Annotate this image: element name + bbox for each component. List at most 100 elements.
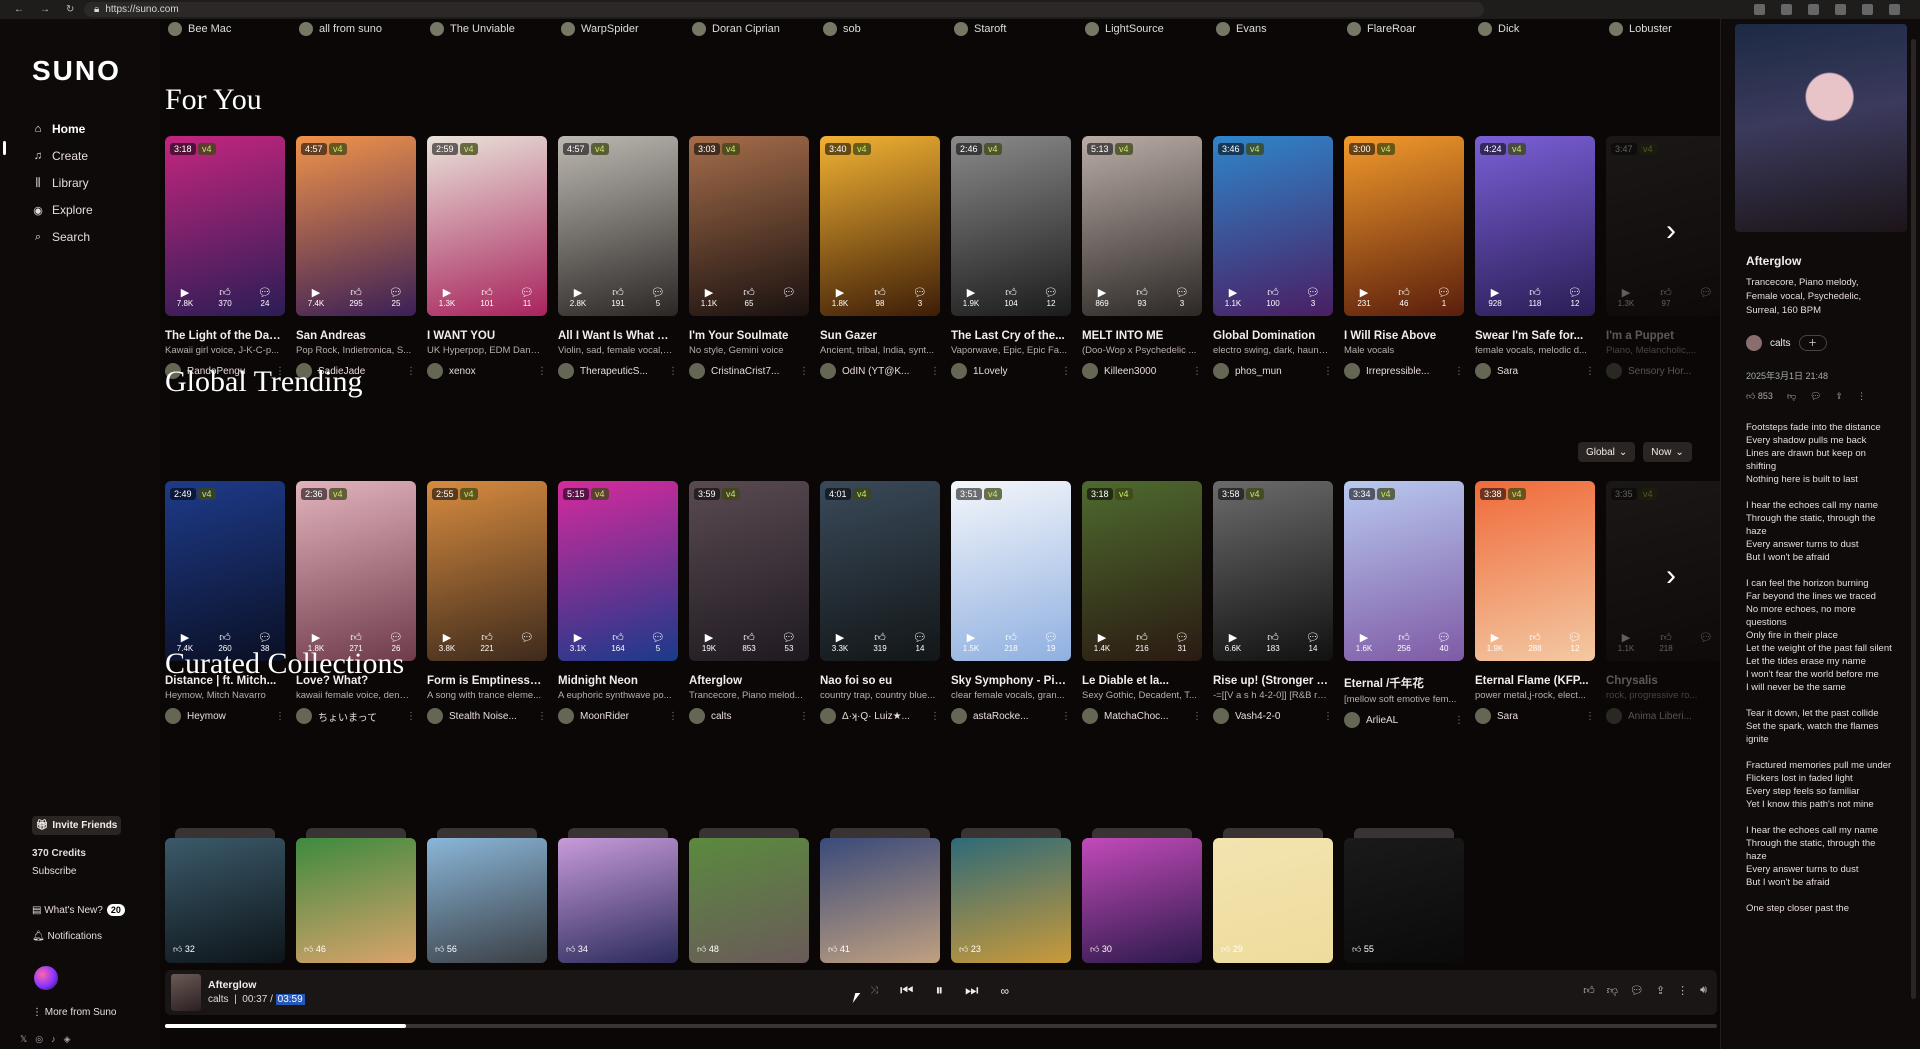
- likes-stat[interactable]: 👍︎ 218: [997, 632, 1025, 653]
- more-icon[interactable]: ⋮: [1323, 366, 1333, 377]
- more-icon[interactable]: ⋮: [1192, 711, 1202, 722]
- song-title[interactable]: Nao foi so eu: [820, 675, 936, 687]
- song-title[interactable]: I WANT YOU: [427, 330, 543, 342]
- author-avatar[interactable]: [1746, 335, 1762, 351]
- comments-stat[interactable]: 💬︎ 12: [1561, 632, 1589, 653]
- song-card[interactable]: 4:57 v4 ▶ 7.4K 👍︎ 295 💬︎ 25 San Andreas Pop Rock,…: [296, 136, 416, 379]
- song-author[interactable]: Δ·ʞ·Q· Luiz★... ⋮: [820, 708, 940, 724]
- more-icon[interactable]: ⋮: [1585, 366, 1595, 377]
- sidebar-item-library[interactable]: ⫼ Library: [32, 176, 88, 190]
- more-icon[interactable]: ⋮: [1454, 366, 1464, 377]
- likes-stat[interactable]: 👍︎ 288: [1521, 632, 1549, 653]
- more-icon[interactable]: ⋮: [1323, 711, 1333, 722]
- instagram-icon[interactable]: ◎: [35, 1034, 43, 1045]
- more-icon[interactable]: ⋮: [799, 711, 809, 722]
- invite-friends-button[interactable]: 🎁︎ Invite Friends: [32, 816, 121, 835]
- plays-stat[interactable]: ▶ 1.1K: [695, 287, 723, 308]
- song-title[interactable]: Sky Symphony - Pian...: [951, 675, 1067, 687]
- extension-icon[interactable]: [1808, 4, 1819, 15]
- song-title[interactable]: Swear I'm Safe for...: [1475, 330, 1591, 342]
- address-bar[interactable]: 🔒︎ https://suno.com: [84, 2, 1484, 17]
- song-thumbnail[interactable]: 3:00 v4 ▶ 231 👍︎ 46 💬︎ 1: [1344, 136, 1464, 316]
- song-thumbnail[interactable]: 3:35 v4 ▶ 1.1K 👍︎ 218 💬︎: [1606, 481, 1720, 661]
- comments-stat[interactable]: 💬︎ 1: [1430, 287, 1458, 308]
- thumbs-down-icon[interactable]: 👎︎: [1607, 984, 1618, 997]
- more-icon[interactable]: ⋮: [1061, 366, 1071, 377]
- collection-card[interactable]: 👍︎ 46: [296, 828, 416, 963]
- song-thumbnail[interactable]: 4:57 v4 ▶ 2.8K 👍︎ 191 💬︎ 5: [558, 136, 678, 316]
- song-title[interactable]: MELT INTO ME: [1082, 330, 1198, 342]
- plays-stat[interactable]: ▶ 1.5K: [957, 632, 985, 653]
- song-title[interactable]: I'm Your Soulmate: [689, 330, 805, 342]
- likes-stat[interactable]: 👍︎ 164: [604, 632, 632, 653]
- likes-stat[interactable]: 👍︎ 118: [1521, 287, 1549, 308]
- plays-stat[interactable]: ▶ 7.8K: [171, 287, 199, 308]
- follow-button[interactable]: ＋: [1798, 335, 1827, 351]
- comments-stat[interactable]: 💬︎: [1692, 287, 1720, 308]
- song-title[interactable]: Le Diable et la...: [1082, 675, 1198, 687]
- more-icon[interactable]: ⋮: [1454, 715, 1464, 726]
- song-card[interactable]: 5:15 v4 ▶ 3.1K 👍︎ 164 💬︎ 5 Midnight Neon A euphor…: [558, 481, 678, 728]
- collection-card[interactable]: 👍︎ 48: [689, 828, 809, 963]
- song-card[interactable]: 4:24 v4 ▶ 928 👍︎ 118 💬︎ 12 Swear I'm Safe for...…: [1475, 136, 1595, 379]
- song-title[interactable]: Sun Gazer: [820, 330, 936, 342]
- plays-stat[interactable]: ▶ 7.4K: [302, 287, 330, 308]
- song-card[interactable]: 3:35 v4 ▶ 1.1K 👍︎ 218 💬︎ Chrysalis rock, progres…: [1606, 481, 1720, 728]
- collection-card[interactable]: 👍︎ 30: [1082, 828, 1202, 963]
- likes-stat[interactable]: 👍︎ 295: [342, 287, 370, 308]
- song-card[interactable]: 3:03 v4 ▶ 1.1K 👍︎ 65 💬︎ I'm Your Soulmate No sty…: [689, 136, 809, 379]
- top-row-author[interactable]: Doran Ciprian: [692, 22, 823, 36]
- player-cover-art[interactable]: [171, 974, 201, 1011]
- player-title[interactable]: Afterglow: [208, 979, 256, 991]
- comment-icon[interactable]: 💬︎: [1810, 391, 1821, 402]
- comments-stat[interactable]: 💬︎ 12: [1037, 287, 1065, 308]
- more-icon[interactable]: ⋮: [930, 711, 940, 722]
- likes-stat[interactable]: 👍︎ 216: [1128, 632, 1156, 653]
- region-filter[interactable]: Global ⌄: [1578, 442, 1636, 462]
- song-thumbnail[interactable]: 3:47 v4 ▶ 1.3K 👍︎ 97 💬︎: [1606, 136, 1720, 316]
- comments-stat[interactable]: 💬︎ 12: [1561, 287, 1589, 308]
- likes-stat[interactable]: 👍︎ 46: [1390, 287, 1418, 308]
- song-title[interactable]: Eternal /千年花: [1344, 675, 1460, 691]
- song-thumbnail[interactable]: 2:46 v4 ▶ 1.9K 👍︎ 104 💬︎ 12: [951, 136, 1071, 316]
- collection-cover[interactable]: 👍︎ 48: [689, 838, 809, 963]
- collection-card[interactable]: 👍︎ 41: [820, 828, 940, 963]
- song-author[interactable]: astaRocke... ⋮: [951, 708, 1071, 724]
- notifications-item[interactable]: 🔔︎ Notifications: [32, 931, 102, 942]
- collection-cover[interactable]: 👍︎ 29: [1213, 838, 1333, 963]
- plays-stat[interactable]: ▶ 869: [1088, 287, 1116, 308]
- song-thumbnail[interactable]: 2:55 v4 ▶ 3.8K 👍︎ 221 💬︎: [427, 481, 547, 661]
- next-arrow-icon[interactable]: ›: [1666, 214, 1676, 248]
- repeat-icon[interactable]: ∞: [1001, 984, 1010, 998]
- song-card[interactable]: 3:51 v4 ▶ 1.5K 👍︎ 218 💬︎ 19 Sky Symphony - Pian.…: [951, 481, 1071, 728]
- song-author[interactable]: CristinaCrist7... ⋮: [689, 363, 809, 379]
- song-card[interactable]: 2:49 v4 ▶ 7.4K 👍︎ 260 💬︎ 38 Distance | ft. Mitch…: [165, 481, 285, 728]
- discord-icon[interactable]: ◈: [64, 1034, 71, 1045]
- song-title[interactable]: The Light of the Dawn: [165, 330, 281, 342]
- plays-stat[interactable]: ▶ 1.9K: [957, 287, 985, 308]
- plays-stat[interactable]: ▶ 3.1K: [564, 632, 592, 653]
- likes-stat[interactable]: 👍︎ 191: [604, 287, 632, 308]
- song-title[interactable]: Form is Emptiness //...: [427, 675, 543, 687]
- song-thumbnail[interactable]: 3:46 v4 ▶ 1.1K 👍︎ 100 💬︎ 3: [1213, 136, 1333, 316]
- pause-icon[interactable]: ⏸︎: [936, 982, 944, 999]
- comments-stat[interactable]: 💬︎ 14: [906, 632, 934, 653]
- more-icon[interactable]: ⋮: [668, 366, 678, 377]
- song-card[interactable]: 2:36 v4 ▶ 1.8K 👍︎ 271 💬︎ 26 Love? What? kawaii fe…: [296, 481, 416, 728]
- song-author[interactable]: Heymow ⋮: [165, 708, 285, 724]
- likes-stat[interactable]: 👍︎ 98: [866, 287, 894, 308]
- likes-stat[interactable]: 👍︎ 65: [735, 287, 763, 308]
- collection-cover[interactable]: 👍︎ 46: [296, 838, 416, 963]
- more-icon[interactable]: ⋮: [537, 711, 547, 722]
- more-icon[interactable]: ⋮: [1857, 391, 1866, 402]
- song-thumbnail[interactable]: 3:51 v4 ▶ 1.5K 👍︎ 218 💬︎ 19: [951, 481, 1071, 661]
- song-thumbnail[interactable]: 3:59 v4 ▶ 19K 👍︎ 853 💬︎ 53: [689, 481, 809, 661]
- song-author[interactable]: TherapeuticS... ⋮: [558, 363, 678, 379]
- song-title[interactable]: The Last Cry of the...: [951, 330, 1067, 342]
- likes-stat[interactable]: 👍︎ 97: [1652, 287, 1680, 308]
- sidebar-item-home[interactable]: ⌂ Home: [32, 122, 86, 136]
- comments-stat[interactable]: 💬︎ 25: [382, 287, 410, 308]
- collection-card[interactable]: 👍︎ 56: [427, 828, 547, 963]
- more-icon[interactable]: ⋮: [930, 366, 940, 377]
- share-icon[interactable]: ⇪: [1656, 984, 1665, 997]
